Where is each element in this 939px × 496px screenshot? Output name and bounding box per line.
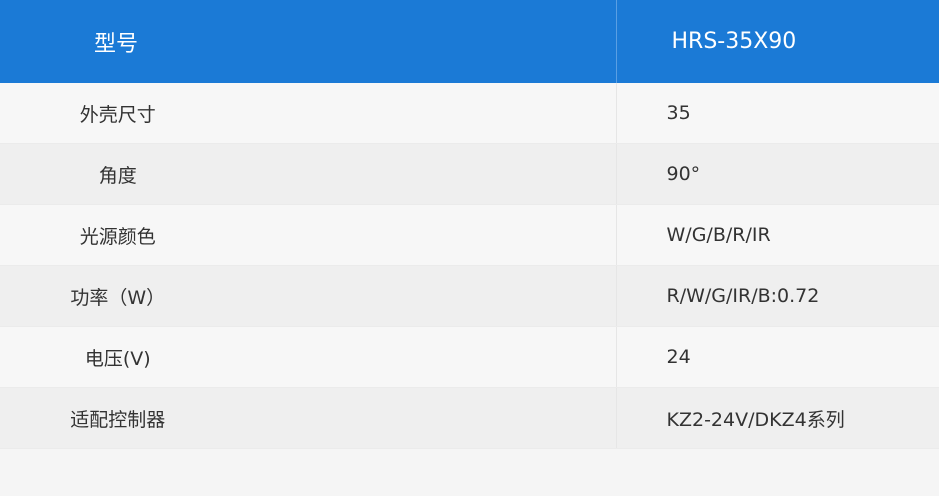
row-value: 90° bbox=[616, 143, 939, 205]
table-body: 外壳尺寸 35 角度 90° 光源颜色 W/G/B/R/IR 功率（W） R/W… bbox=[0, 83, 939, 449]
row-value: W/G/B/R/IR bbox=[616, 204, 939, 266]
row-value: 24 bbox=[616, 326, 939, 388]
table-row: 外壳尺寸 35 bbox=[0, 83, 939, 144]
row-label: 功率（W） bbox=[0, 265, 617, 327]
table-row: 功率（W） R/W/G/IR/B:0.72 bbox=[0, 265, 939, 327]
spec-table: 型号 HRS-35X90 外壳尺寸 35 角度 90° 光源颜色 W/G/B/R… bbox=[0, 0, 939, 449]
header-label-cell: 型号 bbox=[0, 0, 617, 83]
row-value: 35 bbox=[616, 83, 939, 144]
table-row: 角度 90° bbox=[0, 143, 939, 205]
row-label: 适配控制器 bbox=[0, 387, 617, 449]
table-row: 光源颜色 W/G/B/R/IR bbox=[0, 204, 939, 266]
row-label: 外壳尺寸 bbox=[0, 83, 617, 144]
row-value: R/W/G/IR/B:0.72 bbox=[616, 265, 939, 327]
row-value: KZ2-24V/DKZ4系列 bbox=[616, 387, 939, 449]
table-row: 适配控制器 KZ2-24V/DKZ4系列 bbox=[0, 387, 939, 449]
row-label: 光源颜色 bbox=[0, 204, 617, 266]
header-row: 型号 HRS-35X90 bbox=[0, 0, 939, 83]
row-label: 电压(V) bbox=[0, 326, 617, 388]
header-model-cell: HRS-35X90 bbox=[616, 0, 939, 83]
table-row: 电压(V) 24 bbox=[0, 326, 939, 388]
bottom-padding bbox=[0, 449, 939, 495]
row-label: 角度 bbox=[0, 143, 617, 205]
table-header: 型号 HRS-35X90 bbox=[0, 0, 939, 83]
